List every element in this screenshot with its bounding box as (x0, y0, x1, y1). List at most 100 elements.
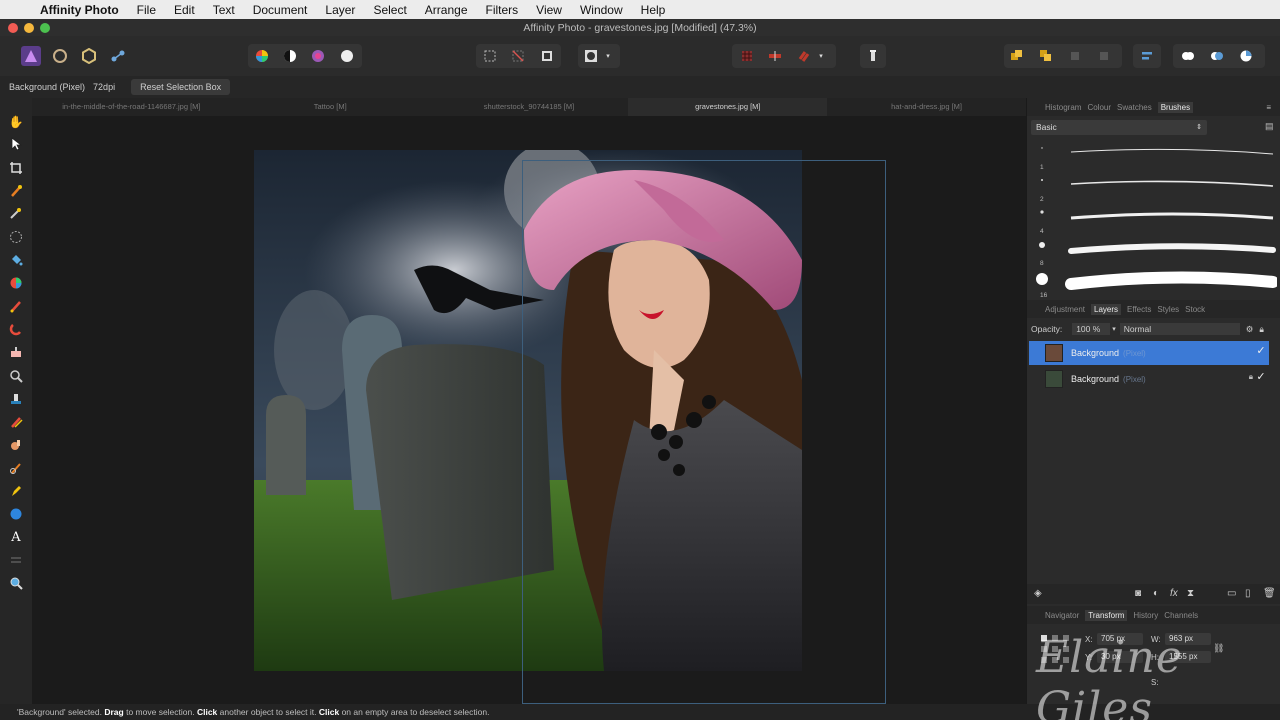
tab-brushes[interactable]: Brushes (1157, 101, 1194, 113)
tab-effects[interactable]: Effects (1127, 305, 1151, 314)
brush-category-select[interactable]: Basic ⇕ (1031, 120, 1207, 135)
menu-view[interactable]: View (536, 3, 562, 17)
layer-row[interactable]: Background (Pixel) ✓ (1029, 341, 1269, 365)
snapping-grid-icon[interactable] (737, 46, 757, 66)
fill-icon[interactable] (8, 253, 24, 269)
add-boolean-icon[interactable] (1178, 46, 1198, 66)
brush-preset-4[interactable]: 4 (1033, 204, 1277, 236)
assistant-icon[interactable] (863, 46, 883, 66)
align-icon[interactable] (1137, 46, 1157, 66)
liquify-persona-icon[interactable] (50, 46, 70, 66)
menu-arrange[interactable]: Arrange (425, 3, 468, 17)
sponge-icon[interactable] (8, 461, 24, 477)
menu-layer[interactable]: Layer (325, 3, 355, 17)
lock-layer-icon[interactable]: 🔒︎ (1259, 324, 1264, 335)
flip-icon[interactable] (765, 46, 785, 66)
brush-selection-icon[interactable] (8, 184, 24, 200)
tab-transform[interactable]: Transform (1085, 609, 1128, 621)
w-field[interactable]: 963 px (1165, 633, 1211, 645)
menu-select[interactable]: Select (373, 3, 406, 17)
smudge-icon[interactable] (8, 438, 24, 454)
crop-icon[interactable] (8, 161, 24, 177)
tab-channels[interactable]: Channels (1164, 611, 1198, 620)
layers-stack-icon[interactable]: ◈ (1034, 588, 1042, 599)
link-aspect-icon[interactable]: ⛓ (1213, 643, 1224, 654)
subtract-boolean-icon[interactable] (1207, 46, 1227, 66)
blend-mode-select[interactable]: Normal (1119, 323, 1240, 335)
invert-selection-icon[interactable] (537, 46, 557, 66)
adjustment-layer-icon[interactable]: ◐ (1153, 588, 1159, 599)
tab-gravestones[interactable]: gravestones.jpg [M] (628, 98, 828, 116)
marquee-select-icon[interactable] (480, 46, 500, 66)
tab-hat-and-dress[interactable]: hat-and-dress.jpg [M] (827, 98, 1026, 116)
tab-adjustment[interactable]: Adjustment (1045, 305, 1085, 314)
menu-edit[interactable]: Edit (174, 3, 195, 17)
intersect-boolean-icon[interactable] (1236, 46, 1256, 66)
zoom-window-button[interactable] (40, 22, 50, 33)
h-field[interactable]: 1555 px (1165, 651, 1211, 663)
export-persona-icon[interactable] (108, 46, 128, 66)
menu-help[interactable]: Help (641, 3, 666, 17)
minimize-window-button[interactable] (24, 22, 34, 33)
develop-persona-icon[interactable] (79, 46, 99, 66)
pixel-brush-icon[interactable] (8, 322, 24, 338)
add-layer-icon[interactable]: ▯ (1245, 588, 1251, 599)
slice-icon[interactable] (8, 553, 24, 569)
close-window-button[interactable] (8, 22, 18, 33)
blemish-icon[interactable] (8, 369, 24, 385)
tab-stock[interactable]: Stock (1185, 305, 1205, 314)
move-back-one-icon[interactable] (1036, 46, 1056, 66)
tab-histogram[interactable]: Histogram (1045, 103, 1081, 112)
photo-persona-icon[interactable] (21, 46, 41, 66)
move-icon[interactable] (8, 137, 24, 153)
deselect-icon[interactable] (508, 46, 528, 66)
move-forward-one-icon[interactable] (1065, 46, 1085, 66)
tab-layers[interactable]: Layers (1091, 303, 1122, 315)
opacity-dropdown-icon[interactable]: ▾ (1112, 325, 1116, 333)
reset-selection-box-button[interactable]: Reset Selection Box (131, 79, 231, 95)
tab-styles[interactable]: Styles (1157, 305, 1179, 314)
quick-mask-dropdown-icon[interactable]: ▾ (602, 46, 614, 66)
menu-text[interactable]: Text (213, 3, 235, 17)
ellipse-shape-icon[interactable] (8, 507, 24, 523)
levels-icon[interactable] (252, 46, 272, 66)
clone-icon[interactable] (8, 345, 24, 361)
quick-mask-icon[interactable] (581, 46, 601, 66)
menu-document[interactable]: Document (253, 3, 308, 17)
tab-shutterstock[interactable]: shutterstock_90744185 [M] (430, 98, 629, 116)
panel-menu-icon[interactable]: ≡ (1266, 103, 1271, 112)
pen-icon[interactable] (8, 484, 24, 500)
tab-history[interactable]: History (1133, 611, 1158, 620)
tab-colour[interactable]: Colour (1087, 103, 1111, 112)
white-balance-icon[interactable] (337, 46, 357, 66)
hand-icon[interactable]: ✋ (8, 114, 24, 130)
color-balance-icon[interactable] (308, 46, 328, 66)
canvas-area[interactable] (32, 116, 1026, 704)
brush-preset-8[interactable]: 8 (1033, 236, 1277, 268)
layer-settings-gear-icon[interactable]: ⚙ (1246, 324, 1254, 335)
menu-filters[interactable]: Filters (486, 3, 519, 17)
move-to-back-icon[interactable] (1007, 46, 1027, 66)
menu-file[interactable]: File (137, 3, 156, 17)
brush-preset-16[interactable]: 16 (1033, 268, 1279, 300)
zoom-icon[interactable] (8, 576, 24, 592)
layer-lock-icon[interactable]: 🔒︎ (1249, 372, 1253, 382)
marquee-icon[interactable] (8, 230, 24, 246)
brush-preset-1[interactable]: 1 (1033, 140, 1277, 172)
tab-middle-of-road[interactable]: in-the-middle-of-the-road-1146687.jpg [M… (32, 98, 231, 116)
layer-row[interactable]: Background (Pixel) 🔒︎ ✓ (1029, 367, 1269, 391)
menu-app-name[interactable]: Affinity Photo (40, 3, 119, 17)
tab-swatches[interactable]: Swatches (1117, 103, 1152, 112)
brush-list-view-icon[interactable]: ▤ (1265, 121, 1275, 133)
live-filter-icon[interactable]: ⧗ (1187, 588, 1194, 599)
paint-brush-icon[interactable] (8, 299, 24, 315)
burn-icon[interactable] (8, 415, 24, 431)
opacity-field[interactable]: 100 % (1072, 323, 1111, 335)
group-folder-icon[interactable]: ▭ (1227, 588, 1236, 599)
color-picker-icon[interactable] (8, 276, 24, 292)
anchor-grid-icon[interactable] (1040, 634, 1070, 664)
visibility-check-icon[interactable]: ✓ (1255, 344, 1267, 358)
delete-layer-icon[interactable]: 🗑︎ (1263, 588, 1276, 599)
tab-tattoo[interactable]: Tattoo [M] (231, 98, 430, 116)
fx-icon[interactable]: fx (1170, 588, 1178, 599)
